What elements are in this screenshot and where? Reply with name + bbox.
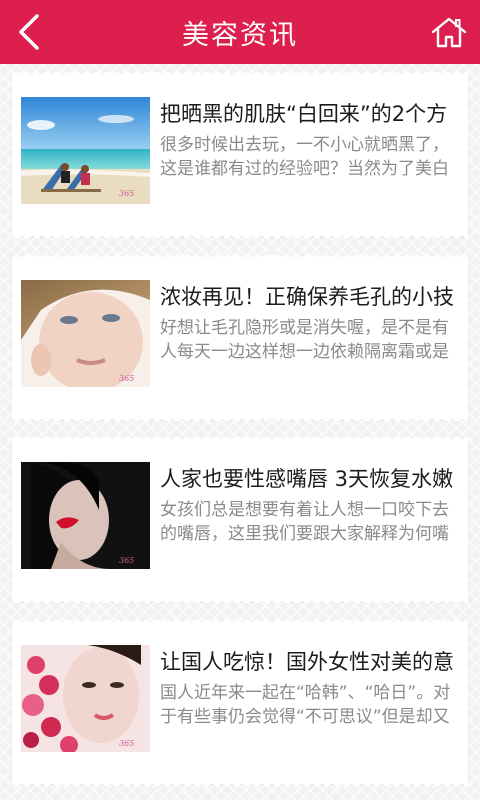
list-item[interactable]: 365 让国人吃惊！国外女性对美的意 国人近年来一起在“哈韩”、“哈日”。对于有… [12, 616, 468, 792]
article-title: 人家也要性感嘴唇 3天恢复水嫩 [160, 467, 454, 491]
article-title: 让国人吃惊！国外女性对美的意 [160, 650, 454, 674]
list-item[interactable]: 365 人家也要性感嘴唇 3天恢复水嫩 女孩们总是想要有着让人想一口咬下去的嘴唇… [12, 433, 468, 609]
list-item[interactable]: 365 浓妆再见！正确保养毛孔的小技 好想让毛孔隐形或是消失喔，是不是有人每天一… [12, 251, 468, 427]
back-button[interactable] [8, 10, 52, 54]
article-thumbnail: 365 [21, 645, 150, 752]
article-summary: 好想让毛孔隐形或是消失喔，是不是有人每天一边这样想一边依赖隔离霜或是 [160, 318, 449, 362]
article-thumbnail: 365 [21, 97, 150, 204]
home-button[interactable] [426, 10, 472, 54]
article-list: 365 把晒黑的肌肤“白回来”的2个方 很多时候出去玩，一不小心就晒黑了，这是谁… [0, 64, 480, 800]
article-title: 浓妆再见！正确保养毛孔的小技 [160, 285, 454, 309]
article-summary: 国人近年来一起在“哈韩”、“哈日”。对于有些事仍会觉得“不可思议”但是却又 [160, 683, 451, 727]
chevron-left-icon [19, 14, 39, 50]
article-summary: 女孩们总是想要有着让人想一口咬下去的嘴唇，这里我们要跟大家解释为何嘴 [160, 500, 449, 544]
top-bar: 美容资讯 [0, 0, 480, 64]
article-thumbnail: 365 [21, 280, 150, 387]
article-summary: 很多时候出去玩，一不小心就晒黑了，这是谁都有过的经验吧？当然为了美白 [160, 135, 449, 179]
page-title: 美容资讯 [182, 19, 298, 51]
article-title: 把晒黑的肌肤“白回来”的2个方 [160, 102, 448, 126]
list-item[interactable]: 365 把晒黑的肌肤“白回来”的2个方 很多时候出去玩，一不小心就晒黑了，这是谁… [12, 68, 468, 244]
home-icon [431, 17, 467, 48]
article-thumbnail: 365 [21, 462, 150, 569]
